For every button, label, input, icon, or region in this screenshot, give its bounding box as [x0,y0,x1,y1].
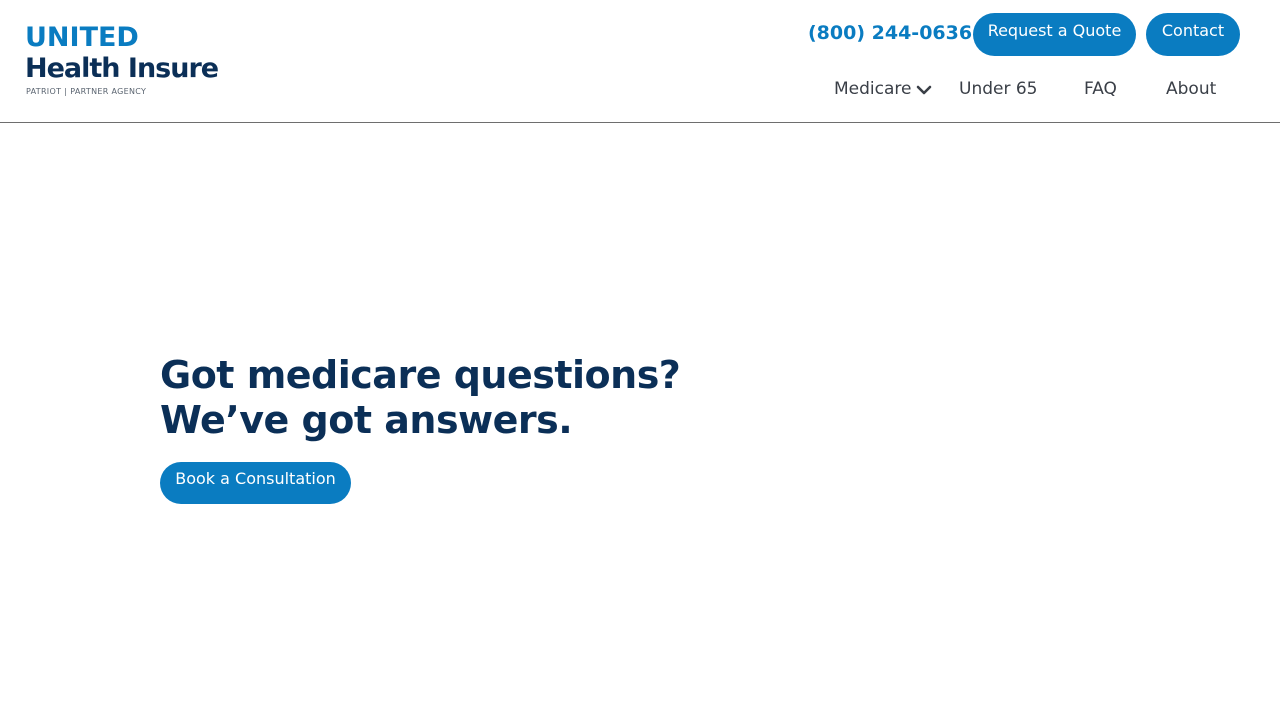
contact-button[interactable]: Contact [1146,13,1240,56]
hero-title-line-2: We’ve got answers. [160,398,573,442]
book-consultation-button[interactable]: Book a Consultation [160,462,351,504]
chevron-down-icon[interactable] [916,84,932,96]
nav-item-under-65[interactable]: Under 65 [959,78,1038,100]
nav-item-about[interactable]: About [1166,78,1216,100]
logo-tagline-right: PARTNER AGENCY [70,87,147,96]
nav-item-faq[interactable]: FAQ [1084,78,1117,100]
logo-line-united: UNITED [25,22,139,53]
request-quote-button[interactable]: Request a Quote [973,13,1136,56]
phone-link[interactable]: (800) 244-0636 [808,20,972,46]
site-logo[interactable]: UNITED Health Insure PATRIOT | PARTNER AGE… [25,22,255,102]
hero-title: Got medicare questions? We’ve got answer… [160,353,681,443]
logo-line-health-insure: Health Insure [25,53,219,84]
nav-item-medicare[interactable]: Medicare [834,78,911,100]
hero-title-line-1: Got medicare questions? [160,353,681,397]
logo-tagline-separator: | [64,87,68,96]
site-header: UNITED Health Insure PATRIOT | PARTNER AGE… [0,0,1280,123]
logo-tagline: PATRIOT | PARTNER AGENCY [26,87,146,96]
logo-tagline-left: PATRIOT [26,87,62,96]
